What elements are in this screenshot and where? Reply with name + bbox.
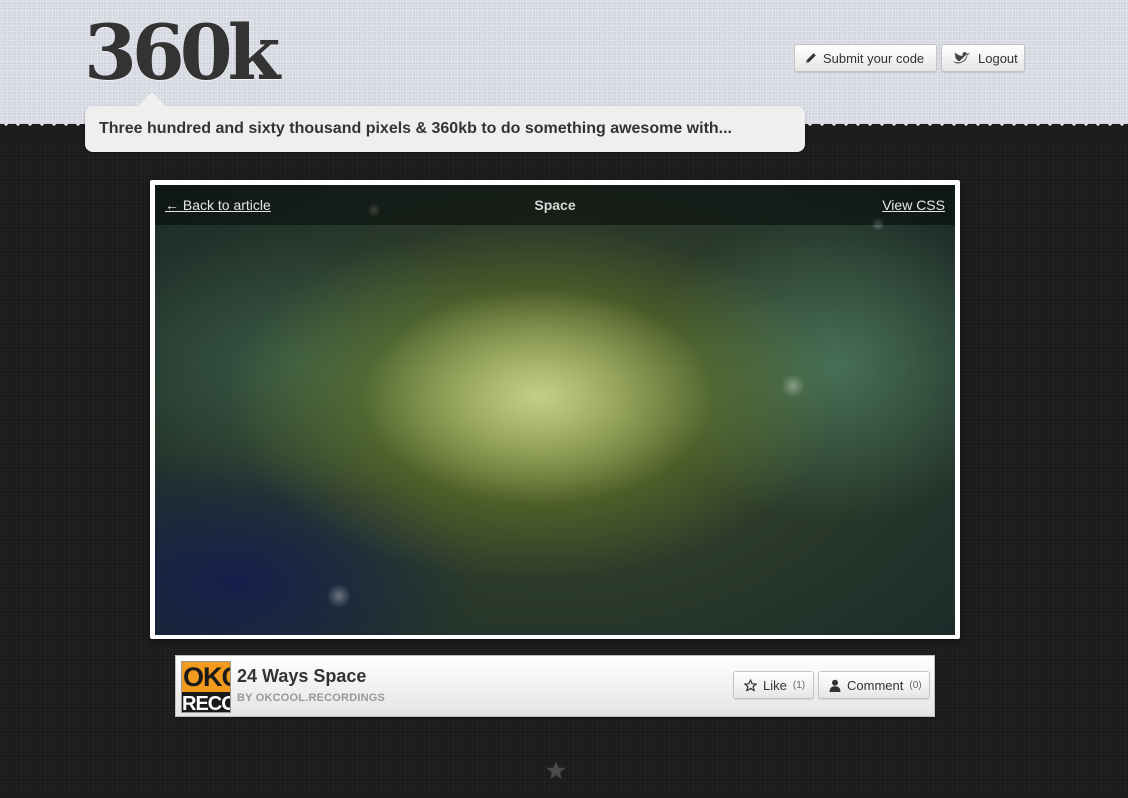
author-avatar[interactable]: OKC RECO [181, 661, 231, 713]
submit-code-button[interactable]: Submit your code [794, 44, 937, 72]
viewer-toolbar: ← Back to article Space View CSS [155, 185, 955, 225]
space-artwork: ← Back to article Space View CSS [155, 185, 955, 635]
entry-author[interactable]: BY OKCOOL.RECORDINGS [237, 692, 385, 704]
comment-label: Comment [847, 677, 904, 693]
entry-title[interactable]: 24 Ways Space [237, 666, 366, 687]
like-label: Like [763, 677, 787, 693]
star-icon[interactable] [545, 760, 567, 786]
person-icon [829, 679, 841, 692]
entry-viewer: ← Back to article Space View CSS [150, 180, 960, 639]
site-logo[interactable]: 360k [84, 8, 280, 98]
submit-code-label: Submit your code [823, 50, 925, 66]
logout-button[interactable]: Logout [941, 44, 1025, 72]
comment-button[interactable]: Comment (0) [818, 671, 930, 699]
star-particle [327, 584, 351, 608]
like-count: (1) [792, 679, 806, 691]
viewer-title: Space [534, 197, 576, 213]
logout-label: Logout [978, 50, 1018, 66]
tagline-bubble: Three hundred and sixty thousand pixels … [85, 92, 805, 152]
entry-info-bar: OKC RECO 24 Ways Space BY OKCOOL.RECORDI… [175, 655, 935, 717]
like-button[interactable]: Like (1) [733, 671, 814, 699]
twitter-bird-icon [952, 51, 972, 65]
star-outline-icon [744, 678, 757, 692]
tagline-text: Three hundred and sixty thousand pixels … [99, 120, 732, 137]
view-css-link[interactable]: View CSS [882, 197, 945, 213]
pencil-icon [805, 52, 817, 64]
star-particle [781, 374, 805, 398]
comment-count: (0) [909, 679, 922, 691]
